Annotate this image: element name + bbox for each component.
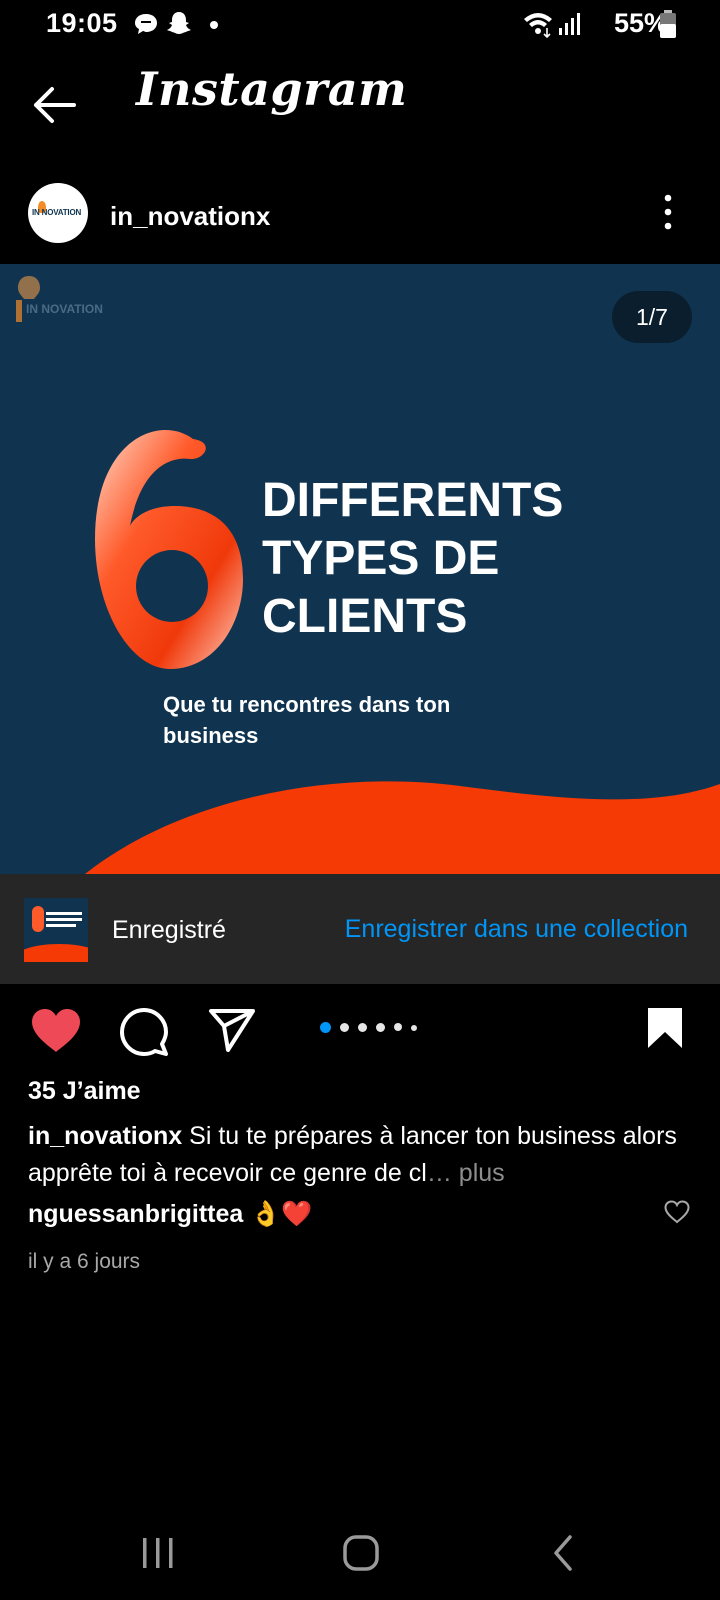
page-counter: 1/7 — [612, 291, 692, 343]
carousel-dot — [394, 1023, 402, 1031]
image-subtitle: Que tu rencontres dans ton business — [163, 692, 451, 748]
arrow-left-icon[interactable] — [30, 80, 80, 130]
saved-toast: Enregistré Enregistrer dans une collecti… — [0, 874, 720, 984]
more-options-icon[interactable] — [660, 192, 676, 232]
saved-thumbnail — [24, 898, 88, 962]
comment: nguessanbrigittea 👌❤️ — [28, 1200, 313, 1229]
saved-label: Enregistré — [112, 916, 226, 944]
status-bar: 19:05 55% — [0, 0, 720, 50]
caption[interactable]: in_novationx Si tu te prépares à lancer … — [28, 1118, 688, 1192]
big-six-shape — [95, 429, 243, 669]
avatar[interactable]: IN NOVATION — [28, 183, 88, 243]
heart-icon[interactable] — [30, 1008, 82, 1054]
likes-count[interactable]: 35 J’aime — [28, 1077, 141, 1106]
status-time: 19:05 — [46, 8, 118, 38]
post-timestamp: il y a 6 jours — [28, 1250, 141, 1273]
caption-ellipsis: … — [426, 1159, 452, 1187]
carousel-dot — [340, 1023, 349, 1032]
bookmark-icon[interactable] — [646, 1006, 684, 1050]
notification-dot — [210, 21, 218, 29]
comment-text: 👌❤️ — [250, 1200, 313, 1228]
back-icon[interactable] — [552, 1534, 574, 1572]
carousel-dot — [411, 1025, 417, 1031]
app-title: Instagram — [136, 62, 408, 116]
battery-icon — [660, 10, 676, 38]
signal-icon — [559, 13, 580, 35]
avatar-logo-text: IN NOVATION — [32, 208, 82, 217]
save-to-collection-link[interactable]: Enregistrer dans une collection — [345, 915, 688, 944]
image-headline: DIFFERENTS TYPES DE CLIENTS — [262, 474, 564, 643]
carousel-dot — [358, 1023, 367, 1032]
post-username[interactable]: in_novationx — [110, 201, 270, 232]
recent-apps-icon[interactable] — [140, 1536, 176, 1570]
carousel-dot — [376, 1023, 385, 1032]
comment-icon[interactable] — [120, 1008, 168, 1056]
snapchat-icon — [167, 12, 191, 34]
comment-like-icon[interactable] — [664, 1200, 690, 1224]
carousel-dot-active — [320, 1022, 331, 1033]
comment-username[interactable]: nguessanbrigittea — [28, 1200, 243, 1228]
wifi-icon — [524, 13, 552, 38]
image-logo-text: IN NOVATION — [26, 302, 103, 316]
message-icon — [135, 14, 157, 34]
home-icon[interactable] — [342, 1534, 380, 1572]
post-image[interactable]: IN NOVATION 1/7 DIFFERENTS TYPES DE CLIE… — [0, 264, 720, 874]
caption-username[interactable]: in_novationx — [28, 1122, 182, 1150]
share-icon[interactable] — [208, 1008, 256, 1052]
caption-more-link[interactable]: plus — [459, 1159, 505, 1187]
